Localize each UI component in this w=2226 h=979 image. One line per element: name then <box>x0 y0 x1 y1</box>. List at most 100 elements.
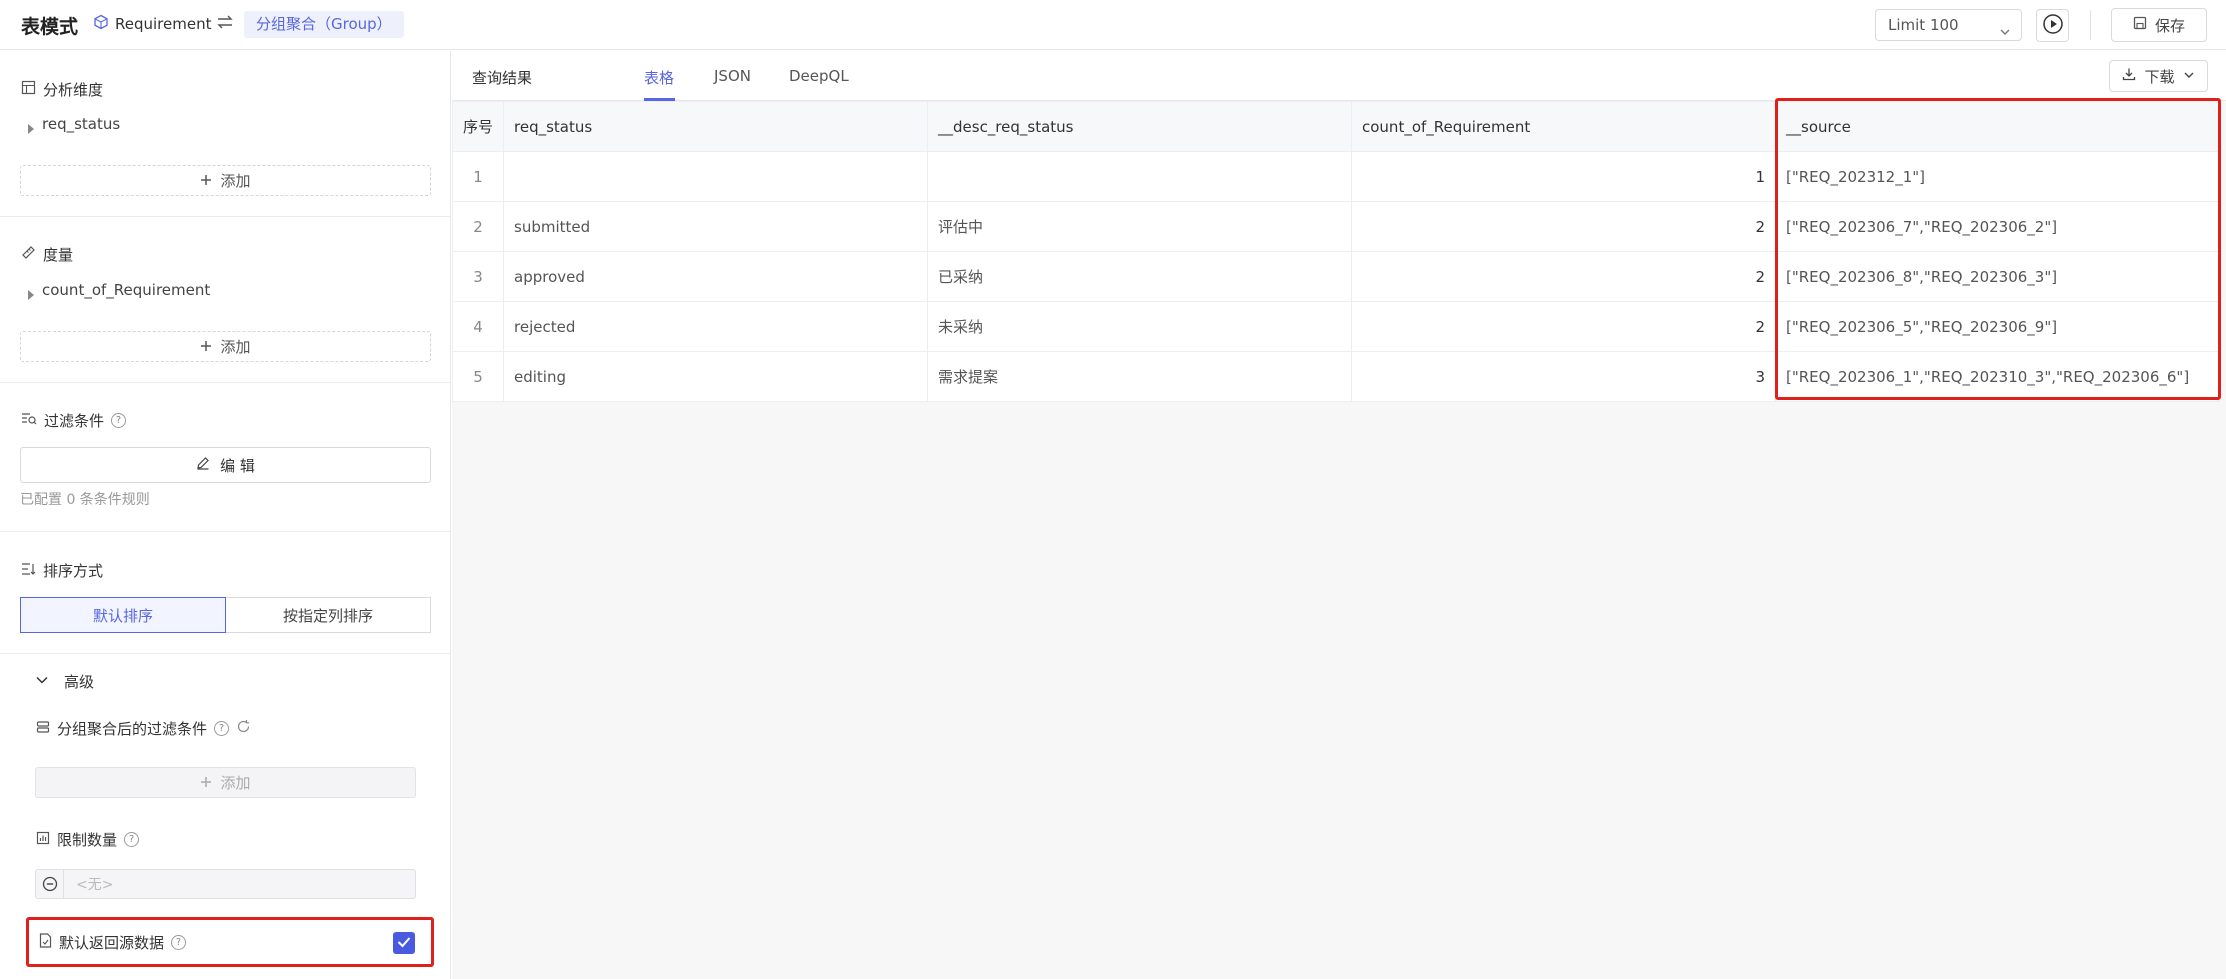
edit-filter-label: 编 辑 <box>220 456 255 475</box>
minus-circle-icon[interactable] <box>36 870 64 898</box>
table-cell: 2 <box>1351 251 1776 302</box>
post-filter-title: 分组聚合后的过滤条件 ? <box>36 718 251 739</box>
caret-right-icon <box>28 124 34 134</box>
add-post-filter-button[interactable]: 添加 <box>35 767 416 798</box>
entity-selector[interactable]: Requirement <box>93 14 234 34</box>
limit-select[interactable]: Limit 100 <box>1875 9 2022 41</box>
post-filter-label: 分组聚合后的过滤条件 <box>57 720 208 738</box>
limit-label: 限制数量 <box>57 831 118 849</box>
dimensions-title: 分析维度 <box>21 79 103 100</box>
table-cell: 1 <box>1351 151 1776 202</box>
plus-icon <box>200 774 212 792</box>
dimension-item[interactable]: req_status <box>28 114 120 134</box>
help-icon[interactable]: ? <box>171 935 187 950</box>
limit-title: 限制数量 ? <box>36 829 140 850</box>
save-button[interactable]: 保存 <box>2111 8 2207 42</box>
table-cell: 未采纳 <box>927 301 1352 352</box>
section-divider <box>0 531 450 532</box>
table-cell: 3 <box>1351 351 1776 402</box>
table-cell: ["REQ_202306_1","REQ_202310_3","REQ_2023… <box>1775 351 2219 402</box>
sort-mode-group: 默认排序 按指定列排序 <box>20 597 431 633</box>
add-post-filter-label: 添加 <box>220 774 251 792</box>
table-cell: editing <box>503 351 928 402</box>
chevron-down-icon <box>35 673 49 691</box>
return-source-label: 默认返回源数据 <box>59 934 165 952</box>
column-header[interactable]: __desc_req_status <box>927 101 1352 152</box>
return-source-checkbox[interactable] <box>393 932 415 954</box>
sort-icon <box>21 562 36 580</box>
measure-item[interactable]: count_of_Requirement <box>28 280 210 300</box>
results-panel: 查询结果 表格 JSON DeepQL 下载 序号 req_status __d… <box>452 51 2226 979</box>
section-divider <box>0 216 450 217</box>
check-icon <box>397 934 411 952</box>
column-header[interactable]: __source <box>1775 101 2219 152</box>
tab-table[interactable]: 表格 <box>644 67 674 88</box>
swap-icon[interactable] <box>217 15 234 33</box>
sort-label: 排序方式 <box>43 562 104 580</box>
bar-chart-icon <box>36 831 50 849</box>
limit-value: Limit 100 <box>1888 16 1959 34</box>
measure-item-label: count_of_Requirement <box>42 281 211 299</box>
table-cell: 2 <box>452 201 504 252</box>
results-title: 查询结果 <box>472 69 533 87</box>
limit-number-input[interactable]: <无> <box>35 869 416 899</box>
add-dimension-label: 添加 <box>220 172 251 190</box>
group-mode-badge[interactable]: 分组聚合（Group） <box>244 11 404 38</box>
chevron-down-icon <box>2183 67 2195 85</box>
page-title: 表模式 <box>21 16 79 38</box>
play-icon <box>2042 13 2064 39</box>
filter-icon <box>21 412 37 430</box>
sort-title: 排序方式 <box>21 560 103 581</box>
add-dimension-button[interactable]: 添加 <box>20 165 431 196</box>
help-icon[interactable]: ? <box>214 721 230 736</box>
table-row: 1 1 ["REQ_202312_1"] <box>452 151 2219 202</box>
download-button[interactable]: 下载 <box>2109 60 2208 92</box>
header-divider <box>2090 10 2091 40</box>
filter-label: 过滤条件 <box>44 412 105 430</box>
caret-right-icon <box>28 290 34 300</box>
edit-filter-button[interactable]: 编 辑 <box>20 447 431 483</box>
help-icon[interactable]: ? <box>111 413 127 428</box>
add-measure-label: 添加 <box>220 338 251 356</box>
table-cell: 已采纳 <box>927 251 1352 302</box>
plus-icon <box>200 338 212 356</box>
table-cell: ["REQ_202306_8","REQ_202306_3"] <box>1775 251 2219 302</box>
tab-deepql[interactable]: DeepQL <box>789 67 849 85</box>
run-button[interactable] <box>2036 9 2069 42</box>
results-tabbar: 查询结果 表格 JSON DeepQL 下载 <box>452 51 2226 101</box>
download-label: 下载 <box>2144 67 2175 86</box>
column-header[interactable]: count_of_Requirement <box>1351 101 1776 152</box>
column-header[interactable]: req_status <box>503 101 928 152</box>
download-icon <box>2122 67 2136 85</box>
table-cell: submitted <box>503 201 928 252</box>
results-table: 序号 req_status __desc_req_status count_of… <box>452 101 2219 402</box>
limit-placeholder: <无> <box>76 877 114 893</box>
table-cell: 3 <box>452 251 504 302</box>
table-cell: 5 <box>452 351 504 402</box>
config-panel: 分析维度 req_status 添加 度量 count_of_Requireme… <box>0 51 451 979</box>
advanced-toggle[interactable]: 高级 <box>35 671 94 692</box>
refresh-icon[interactable] <box>236 719 251 738</box>
save-icon <box>2133 16 2147 34</box>
save-label: 保存 <box>2154 16 2185 35</box>
default-sort-button[interactable]: 默认排序 <box>20 597 226 633</box>
pencil-icon <box>196 456 210 474</box>
table-row: 3 approved 已采纳 2 ["REQ_202306_8","REQ_20… <box>452 251 2219 302</box>
help-icon[interactable]: ? <box>124 832 140 847</box>
return-source-title: 默认返回源数据 ? <box>39 932 187 953</box>
chevron-down-icon <box>1999 18 2011 48</box>
table-cell <box>503 151 928 202</box>
filter-hint: 已配置 0 条条件规则 <box>20 492 150 508</box>
advanced-label: 高级 <box>64 673 95 691</box>
entity-name: Requirement <box>115 15 212 33</box>
table-cell: ["REQ_202312_1"] <box>1775 151 2219 202</box>
document-icon <box>39 933 52 952</box>
dimension-item-label: req_status <box>42 115 121 133</box>
column-sort-button[interactable]: 按指定列排序 <box>226 597 431 633</box>
table-cell: 需求提案 <box>927 351 1352 402</box>
plus-icon <box>200 172 212 190</box>
add-measure-button[interactable]: 添加 <box>20 331 431 362</box>
layers-icon <box>36 720 50 738</box>
column-header[interactable]: 序号 <box>452 101 504 152</box>
tab-json[interactable]: JSON <box>714 67 751 85</box>
